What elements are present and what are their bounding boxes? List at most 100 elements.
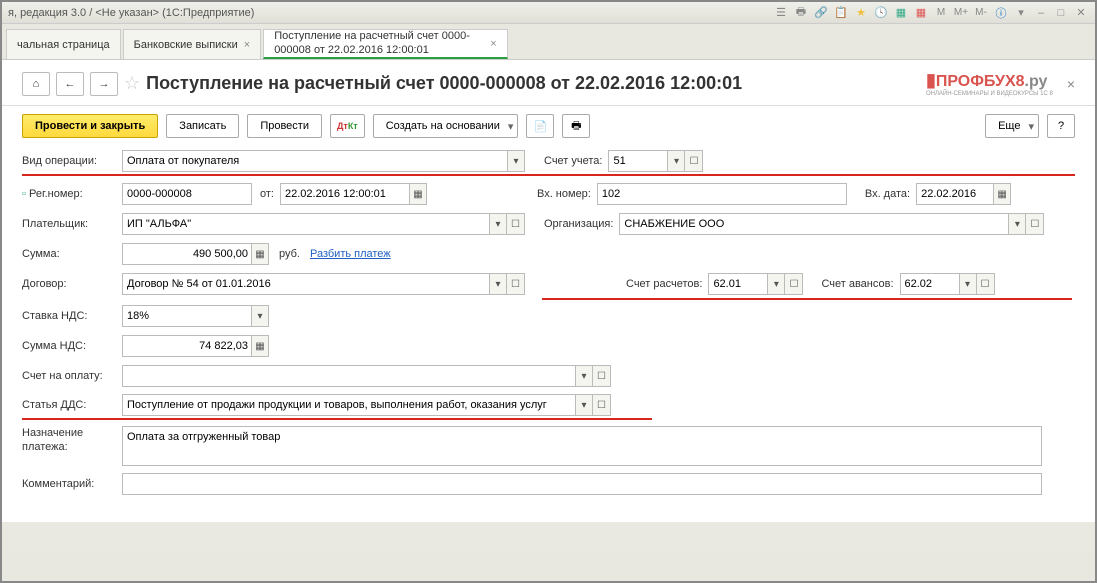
print-button[interactable]: 🖶	[562, 114, 590, 138]
dropdown-icon[interactable]: ▾	[1008, 213, 1026, 235]
schet-avansov-label: Счет авансов:	[821, 278, 893, 290]
platelshchik-input[interactable]	[122, 213, 490, 235]
platelshchik-label: Плательщик:	[22, 218, 122, 230]
schet-raschetov-label: Счет расчетов:	[626, 278, 702, 290]
schet-na-oplatu-label: Счет на оплату:	[22, 370, 122, 382]
razbit-link[interactable]: Разбить платеж	[310, 248, 391, 260]
summa-label: Сумма:	[22, 248, 122, 260]
m-btn[interactable]: M	[933, 5, 949, 21]
kommentariy-input[interactable]	[122, 473, 1042, 495]
tb-icon3[interactable]: 🔗	[813, 5, 829, 21]
favorite-star-icon[interactable]: ☆	[124, 73, 140, 94]
provesti-button[interactable]: Провести	[247, 114, 322, 138]
tab-receipt[interactable]: Поступление на расчетный счет 0000-00000…	[263, 29, 507, 59]
stavka-nds-input[interactable]	[122, 305, 252, 327]
page-title: Поступление на расчетный счет 0000-00000…	[146, 73, 920, 94]
info-icon[interactable]: ⓘ	[993, 5, 1009, 21]
tb-icon2[interactable]: 🖶	[793, 5, 809, 21]
tab-start[interactable]: чальная страница	[6, 29, 121, 59]
dropdown-icon[interactable]: ▾	[507, 150, 525, 172]
dropdown-icon[interactable]: ▾	[959, 273, 977, 295]
rub-label: руб.	[279, 248, 300, 260]
reg-nomer-input[interactable]	[122, 183, 252, 205]
vh-data-label: Вх. дата:	[865, 188, 910, 200]
open-icon[interactable]: ☐	[593, 365, 611, 387]
open-icon[interactable]: ☐	[507, 273, 525, 295]
tab-label: Поступление на расчетный счет 0000-00000…	[274, 30, 484, 56]
open-icon[interactable]: ☐	[1026, 213, 1044, 235]
dropdown-icon[interactable]: ▾	[575, 394, 593, 416]
open-icon[interactable]: ☐	[507, 213, 525, 235]
ot-label: от:	[260, 188, 274, 200]
help-button[interactable]: ?	[1047, 114, 1075, 138]
dropdown-icon[interactable]: ▾	[489, 213, 507, 235]
statya-dds-label: Статья ДДС:	[22, 399, 122, 411]
stavka-nds-label: Ставка НДС:	[22, 310, 122, 322]
vh-nomer-input[interactable]	[597, 183, 847, 205]
open-icon[interactable]: ☐	[685, 150, 703, 172]
calc-icon[interactable]: ▦	[251, 335, 269, 357]
open-icon[interactable]: ☐	[977, 273, 995, 295]
m-minus-btn[interactable]: M-	[973, 5, 989, 21]
close-page-icon[interactable]: ×	[1067, 76, 1075, 92]
tb-icon4[interactable]: 📋	[833, 5, 849, 21]
attach-button[interactable]: 📄	[526, 114, 554, 138]
forward-button[interactable]: →	[90, 72, 118, 96]
form: Вид операции: ▾ Счет учета: ▾ ☐ ▫ Рег.но…	[2, 146, 1095, 522]
vid-operacii-input[interactable]	[122, 150, 508, 172]
clock-icon[interactable]: 🕓	[873, 5, 889, 21]
sozdat-button[interactable]: Создать на основании	[373, 114, 519, 138]
tab-bank[interactable]: Банковские выписки ×	[123, 29, 262, 59]
summa-input[interactable]	[122, 243, 252, 265]
organizaciya-input[interactable]	[619, 213, 1009, 235]
statya-dds-input[interactable]	[122, 394, 576, 416]
dropdown-icon[interactable]: ▾	[251, 305, 269, 327]
summa-nds-label: Сумма НДС:	[22, 340, 122, 352]
ot-input[interactable]	[280, 183, 410, 205]
dropdown-icon[interactable]: ▾	[489, 273, 507, 295]
eshche-button[interactable]: Еще	[985, 114, 1039, 138]
close-icon[interactable]: ×	[490, 38, 496, 50]
star-icon[interactable]: ★	[853, 5, 869, 21]
maximize-icon[interactable]: □	[1053, 5, 1069, 21]
calc-icon[interactable]: ▦	[251, 243, 269, 265]
schet-avansov-input[interactable]	[900, 273, 960, 295]
back-button[interactable]: ←	[56, 72, 84, 96]
close-window-icon[interactable]: ✕	[1073, 5, 1089, 21]
calc-icon[interactable]: ▦	[893, 5, 909, 21]
summa-nds-input[interactable]	[122, 335, 252, 357]
vh-nomer-label: Вх. номер:	[537, 188, 591, 200]
schet-na-oplatu-input[interactable]	[122, 365, 576, 387]
cal-icon[interactable]: ▦	[913, 5, 929, 21]
dropdown-icon[interactable]: ▾	[767, 273, 785, 295]
dropdown-icon[interactable]: ▾	[575, 365, 593, 387]
calendar-icon[interactable]: ▦	[409, 183, 427, 205]
schet-ucheta-label: Счет учета:	[544, 155, 602, 167]
vh-data-input[interactable]	[916, 183, 994, 205]
minimize-icon[interactable]: –	[1033, 5, 1049, 21]
tab-label: Банковские выписки	[134, 39, 238, 51]
zapisat-button[interactable]: Записать	[166, 114, 239, 138]
dogovor-input[interactable]	[122, 273, 490, 295]
close-icon[interactable]: ×	[244, 39, 250, 51]
tb-icon1[interactable]: ☰	[773, 5, 789, 21]
provesti-zakryt-button[interactable]: Провести и закрыть	[22, 114, 158, 138]
tab-bar: чальная страница Банковские выписки × По…	[2, 24, 1095, 60]
dogovor-label: Договор:	[22, 278, 122, 290]
calendar-icon[interactable]: ▦	[993, 183, 1011, 205]
schet-ucheta-input[interactable]	[608, 150, 668, 172]
logo: ▮ПРОФБУХ8.ру ОНЛАЙН-СЕМИНАРЫ И ВИДЕОКУРС…	[926, 70, 1053, 97]
tab-label: чальная страница	[17, 39, 110, 51]
organizaciya-label: Организация:	[544, 218, 613, 230]
dropdown-icon[interactable]: ▾	[667, 150, 685, 172]
kommentariy-label: Комментарий:	[22, 478, 122, 490]
info-dd-icon[interactable]: ▾	[1013, 5, 1029, 21]
open-icon[interactable]: ☐	[785, 273, 803, 295]
schet-raschetov-input[interactable]	[708, 273, 768, 295]
m-plus-btn[interactable]: M+	[953, 5, 969, 21]
home-button[interactable]: ⌂	[22, 72, 50, 96]
title-bar: я, редакция 3.0 / <Не указан> (1С:Предпр…	[2, 2, 1095, 24]
open-icon[interactable]: ☐	[593, 394, 611, 416]
naznachenie-textarea[interactable]	[122, 426, 1042, 466]
dt-kt-button[interactable]: ДтКт	[330, 114, 365, 138]
